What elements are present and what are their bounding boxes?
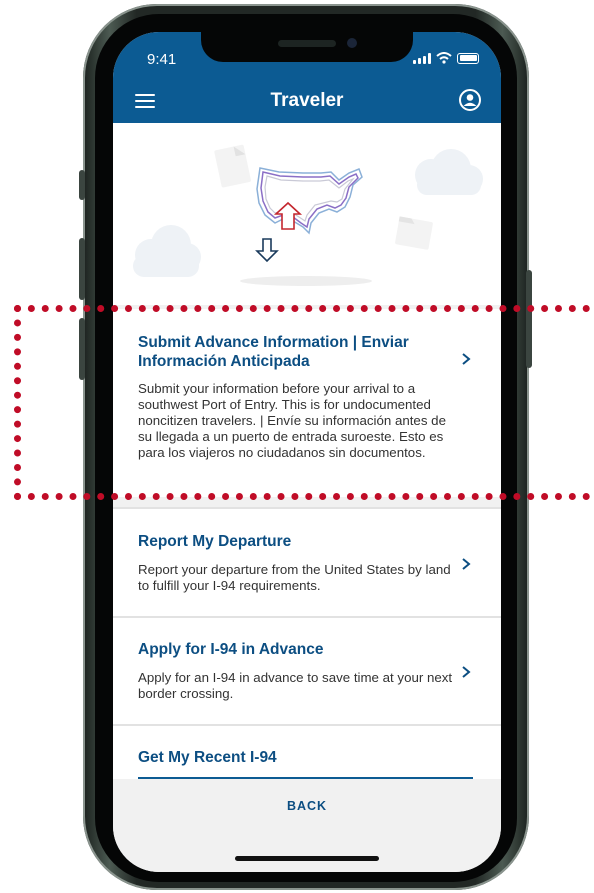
wifi-icon <box>436 52 452 64</box>
chevron-right-icon <box>462 558 471 570</box>
battery-icon <box>457 52 479 64</box>
status-time: 9:41 <box>147 51 177 68</box>
hero-illustration <box>113 123 501 305</box>
app-header: 9:41 Traveler <box>113 32 501 123</box>
card-title: Get My Recent I-94 <box>138 749 277 766</box>
profile-icon[interactable] <box>459 89 481 111</box>
card-get-my-recent-i94[interactable]: Get My Recent I-94 <box>113 726 501 779</box>
notch <box>201 32 413 62</box>
signal-icon <box>413 52 431 64</box>
us-map-illustration <box>133 144 483 286</box>
highlight-box <box>14 305 594 500</box>
chevron-right-icon <box>462 666 471 678</box>
card-report-my-departure[interactable]: Report My Departure Report your departur… <box>113 509 501 616</box>
speaker <box>278 40 336 47</box>
card-description: Apply for an I-94 in advance to save tim… <box>138 670 453 701</box>
back-button[interactable]: BACK <box>113 799 501 813</box>
mute-switch <box>79 170 85 200</box>
card-title: Apply for I-94 in Advance <box>138 641 324 658</box>
card-description: Report your departure from the United St… <box>138 562 451 593</box>
card-apply-for-i94[interactable]: Apply for I-94 in Advance Apply for an I… <box>113 618 501 724</box>
card-title: Report My Departure <box>138 533 292 550</box>
status-icons <box>413 52 479 64</box>
footer: BACK <box>113 779 501 872</box>
volume-up-button <box>79 238 85 300</box>
home-indicator[interactable] <box>235 856 379 861</box>
front-camera <box>347 38 357 48</box>
page-title: Traveler <box>270 90 344 111</box>
